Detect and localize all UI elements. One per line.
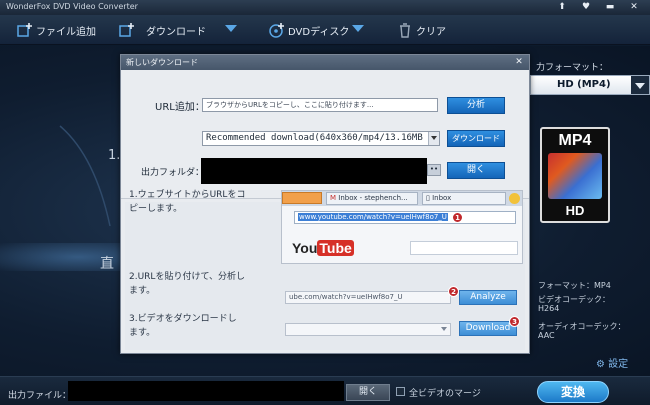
tab1-label: Inbox - stephench... xyxy=(338,194,408,202)
download-option-value: Recommended download(640x360/mp4/13.16MB xyxy=(206,133,423,143)
step1-text: 1.ウェブサイトからURLをコ ピーします。 xyxy=(129,188,245,216)
merge-all-label: 全ビデオのマージ xyxy=(409,389,481,399)
download-button[interactable]: ダウンロード xyxy=(118,19,206,41)
step2-url-field: ube.com/watch?v=ueIHwf8o7_U xyxy=(285,291,451,304)
dvd-disc-button[interactable]: DVDディスク xyxy=(268,19,349,41)
output-format-select[interactable]: HD (MP4) xyxy=(530,75,650,95)
minimize-button[interactable]: ▬ xyxy=(598,1,622,13)
new-download-dialog: 新しいダウンロード ✕ URL追加： ブラウザからURLをコピーし、ここに貼り付… xyxy=(120,54,530,354)
url-input[interactable]: ブラウザからURLをコピーし、ここに貼り付けます... xyxy=(202,98,438,112)
clear-label: クリア xyxy=(416,26,446,38)
dvd-disc-icon xyxy=(269,23,284,38)
browser-tab-inbox: ▯ Inbox xyxy=(422,192,506,205)
youtube-logo-you: You xyxy=(292,240,318,256)
convert-button[interactable]: 変換 xyxy=(537,381,609,403)
heart-icon[interactable]: ♥ xyxy=(574,1,598,13)
output-format-label: 力フォーマット： xyxy=(536,63,609,73)
add-file-icon xyxy=(17,23,32,37)
settings-link[interactable]: ⚙ 設定 xyxy=(596,355,628,370)
browser-illustration: M Inbox - stephench... ▯ Inbox www.youtu… xyxy=(281,190,523,264)
close-button[interactable]: ✕ xyxy=(622,1,646,13)
output-file-field[interactable] xyxy=(68,381,344,401)
output-folder-field[interactable] xyxy=(201,158,427,184)
title-bar: WonderFox DVD Video Converter ⬆ ♥ ▬ ✕ xyxy=(0,0,650,15)
download-start-button[interactable]: ダウンロード xyxy=(447,130,505,147)
add-file-button[interactable]: ファイル追加 xyxy=(16,19,96,41)
youtube-logo-tube: Tube xyxy=(317,240,354,256)
step3-line1: 3.ビデオをダウンロードし xyxy=(129,314,237,324)
chevron-down-icon[interactable] xyxy=(631,76,649,94)
window-controls: ⬆ ♥ ▬ ✕ xyxy=(550,1,646,13)
video-codec-value: H264 xyxy=(538,304,560,313)
browser-tab-inbox-gmail: M Inbox - stephench... xyxy=(326,192,418,205)
browser-tabs: M Inbox - stephench... ▯ Inbox xyxy=(282,191,522,206)
step2-analyze-illustration: Analyze xyxy=(459,290,517,305)
favorite-icon xyxy=(509,193,520,204)
step3-text: 3.ビデオをダウンロードし ます。 xyxy=(129,312,237,340)
download-label: ダウンロード xyxy=(146,26,206,38)
step1-line2: ピーします。 xyxy=(129,204,183,214)
step3-badge: 3 xyxy=(509,316,520,327)
step3-line2: ます。 xyxy=(129,328,156,338)
chevron-down-icon xyxy=(441,327,447,331)
dialog-title: 新しいダウンロード xyxy=(126,58,198,67)
step2-text: 2.URLを貼り付けて、分析し ます。 xyxy=(129,270,245,298)
main-toolbar: ファイル追加 ダウンロード DVDディスク クリア xyxy=(0,15,650,45)
upload-icon[interactable]: ⬆ xyxy=(550,1,574,13)
clear-button[interactable]: クリア xyxy=(396,19,446,41)
background-drag-hint: 直 xyxy=(100,256,114,272)
app-title: WonderFox DVD Video Converter xyxy=(6,2,138,11)
youtube-logo: You Tube xyxy=(292,240,354,256)
trash-icon xyxy=(400,23,410,38)
decorative-curve xyxy=(59,125,111,227)
gear-icon: ⚙ xyxy=(596,359,609,370)
add-file-label: ファイル追加 xyxy=(36,26,96,38)
open-output-button[interactable]: 開く xyxy=(346,384,390,401)
download-option-select[interactable]: Recommended download(640x360/mp4/13.16MB xyxy=(202,131,440,146)
url-label: URL追加： xyxy=(155,102,205,113)
step2-line2: ます。 xyxy=(129,286,156,296)
settings-label: 設定 xyxy=(608,359,629,370)
audio-codec-value: AAC xyxy=(538,331,555,340)
download-icon xyxy=(119,23,134,37)
step1-badge: 1 xyxy=(452,212,463,223)
mp4-icon-label: MP4 xyxy=(558,132,592,149)
browser-address-bar: www.youtube.com/watch?v=ueIHwf8o7_U xyxy=(294,211,516,224)
step3-select-field xyxy=(285,323,451,336)
dialog-close-button[interactable]: ✕ xyxy=(514,57,524,67)
step1-line1: 1.ウェブサイトからURLをコ xyxy=(129,190,246,200)
dvd-disc-label: DVDディスク xyxy=(288,26,350,38)
step2-badge: 2 xyxy=(448,286,459,297)
step2-line1: 2.URLを貼り付けて、分析し xyxy=(129,272,245,282)
film-reel-icon xyxy=(548,153,602,199)
format-info: フォーマット：MP4 xyxy=(538,281,611,290)
browser-tab-active xyxy=(282,192,322,204)
address-url: www.youtube.com/watch?v=ueIHwf8o7_U xyxy=(298,213,448,221)
analyze-button[interactable]: 分析 xyxy=(447,97,505,114)
chevron-down-icon[interactable] xyxy=(428,132,439,145)
tab2-label: Inbox xyxy=(432,194,452,202)
format-value: HD (MP4) xyxy=(557,79,611,90)
output-file-label: 出力ファイル： xyxy=(8,391,72,401)
open-folder-button[interactable]: 開く xyxy=(447,162,505,179)
browser-search-box xyxy=(410,241,518,255)
hd-icon-label: HD xyxy=(565,203,585,218)
browse-folder-button[interactable]: •• xyxy=(427,164,441,176)
download-dropdown-icon[interactable] xyxy=(225,25,237,32)
mp4-format-icon[interactable]: MP4 HD xyxy=(540,127,610,223)
output-folder-label: 出力フォルダ： xyxy=(141,168,205,178)
dialog-body: URL追加： ブラウザからURLをコピーし、ここに貼り付けます... 分析 Re… xyxy=(121,70,529,353)
background-step-hint: 1. xyxy=(108,148,121,163)
dialog-title-bar: 新しいダウンロード xyxy=(121,55,529,70)
dvd-dropdown-icon[interactable] xyxy=(352,25,364,32)
merge-all-checkbox[interactable] xyxy=(396,387,405,396)
